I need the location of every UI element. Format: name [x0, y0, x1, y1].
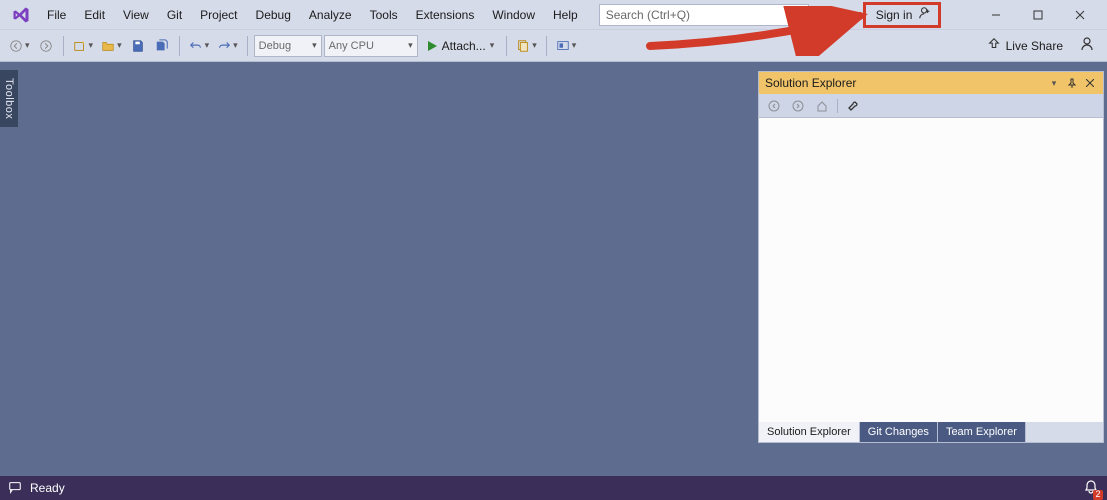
- undo-button[interactable]: ▾: [186, 34, 213, 58]
- save-button[interactable]: [127, 34, 149, 58]
- window-controls: [975, 1, 1101, 29]
- forward-icon[interactable]: [789, 97, 807, 115]
- status-bar: Ready 2: [0, 476, 1107, 500]
- toolbar-separator: [506, 36, 507, 56]
- toolbar-separator: [179, 36, 180, 56]
- share-icon: [987, 37, 1001, 54]
- toolbox-tab[interactable]: Toolbox: [0, 70, 18, 127]
- solution-config-dropdown[interactable]: Debug ▾: [254, 35, 322, 57]
- back-icon[interactable]: [765, 97, 783, 115]
- visual-studio-logo-icon: [10, 4, 32, 26]
- solution-platform-dropdown[interactable]: Any CPU ▾: [324, 35, 418, 57]
- menu-project[interactable]: Project: [191, 0, 246, 29]
- menu-extensions[interactable]: Extensions: [407, 0, 484, 29]
- menu-bar: File Edit View Git Project Debug Analyze…: [0, 0, 1107, 30]
- solution-explorer-panel: Solution Explorer ▾ Solution Explorer Gi…: [759, 72, 1103, 442]
- panel-title-label: Solution Explorer: [765, 76, 856, 90]
- pin-icon[interactable]: [1065, 76, 1079, 90]
- properties-wrench-icon[interactable]: [844, 97, 862, 115]
- live-share-button[interactable]: Live Share: [981, 37, 1069, 54]
- notifications-button[interactable]: 2: [1083, 479, 1099, 498]
- nav-back-button[interactable]: ▾: [6, 34, 33, 58]
- live-share-label: Live Share: [1006, 39, 1063, 53]
- select-startup-item-button[interactable]: ▾: [553, 34, 580, 58]
- solution-explorer-toolbar: [759, 94, 1103, 118]
- search-icon: [790, 7, 802, 22]
- standard-toolbar: ▾ ▾ ▾ ▾ ▾ Debug ▾ Any CPU ▾ Attach... ▾ …: [0, 30, 1107, 62]
- nav-forward-button[interactable]: [35, 34, 57, 58]
- toolbar-separator: [63, 36, 64, 56]
- menu-view[interactable]: View: [114, 0, 158, 29]
- open-file-button[interactable]: ▾: [98, 34, 125, 58]
- menu-file[interactable]: File: [38, 0, 75, 29]
- solution-explorer-body: [759, 118, 1103, 422]
- minimize-button[interactable]: [975, 1, 1017, 29]
- platform-label: Any CPU: [329, 40, 374, 52]
- menu-window[interactable]: Window: [483, 0, 544, 29]
- toolbar-separator: [546, 36, 547, 56]
- tab-git-changes[interactable]: Git Changes: [860, 422, 938, 442]
- menu-tools[interactable]: Tools: [361, 0, 407, 29]
- account-icon[interactable]: [1079, 36, 1095, 55]
- tab-team-explorer[interactable]: Team Explorer: [938, 422, 1026, 442]
- close-button[interactable]: [1059, 1, 1101, 29]
- home-icon[interactable]: [813, 97, 831, 115]
- panel-titlebar[interactable]: Solution Explorer ▾: [759, 72, 1103, 94]
- redo-button[interactable]: ▾: [214, 34, 241, 58]
- sign-in-label: Sign in: [876, 8, 913, 22]
- find-in-files-button[interactable]: ▾: [513, 34, 540, 58]
- editor-workspace: Toolbox Solution Explorer ▾ Solution Exp…: [0, 62, 1107, 476]
- notification-count-badge: 2: [1093, 490, 1103, 500]
- menu-git[interactable]: Git: [158, 0, 191, 29]
- sign-in-button[interactable]: Sign in: [863, 2, 942, 28]
- menu-edit[interactable]: Edit: [75, 0, 114, 29]
- attach-label: Attach...: [442, 39, 486, 53]
- start-debug-button[interactable]: Attach... ▾: [420, 34, 501, 58]
- save-all-button[interactable]: [151, 34, 173, 58]
- panel-close-icon[interactable]: [1083, 76, 1097, 90]
- menu-help[interactable]: Help: [544, 0, 587, 29]
- maximize-button[interactable]: [1017, 1, 1059, 29]
- config-label: Debug: [259, 40, 291, 52]
- menu-debug[interactable]: Debug: [247, 0, 300, 29]
- panel-options-icon[interactable]: ▾: [1047, 76, 1061, 90]
- feedback-icon[interactable]: [8, 480, 22, 497]
- new-project-button[interactable]: ▾: [70, 34, 97, 58]
- status-ready-label: Ready: [30, 481, 65, 495]
- menu-analyze[interactable]: Analyze: [300, 0, 361, 29]
- search-input[interactable]: Search (Ctrl+Q): [599, 4, 809, 26]
- search-placeholder: Search (Ctrl+Q): [606, 8, 690, 22]
- add-person-icon: [918, 6, 932, 23]
- toolbar-separator: [837, 99, 838, 113]
- panel-tab-strip: Solution Explorer Git Changes Team Explo…: [759, 422, 1103, 442]
- toolbar-separator: [247, 36, 248, 56]
- tab-solution-explorer[interactable]: Solution Explorer: [759, 422, 860, 442]
